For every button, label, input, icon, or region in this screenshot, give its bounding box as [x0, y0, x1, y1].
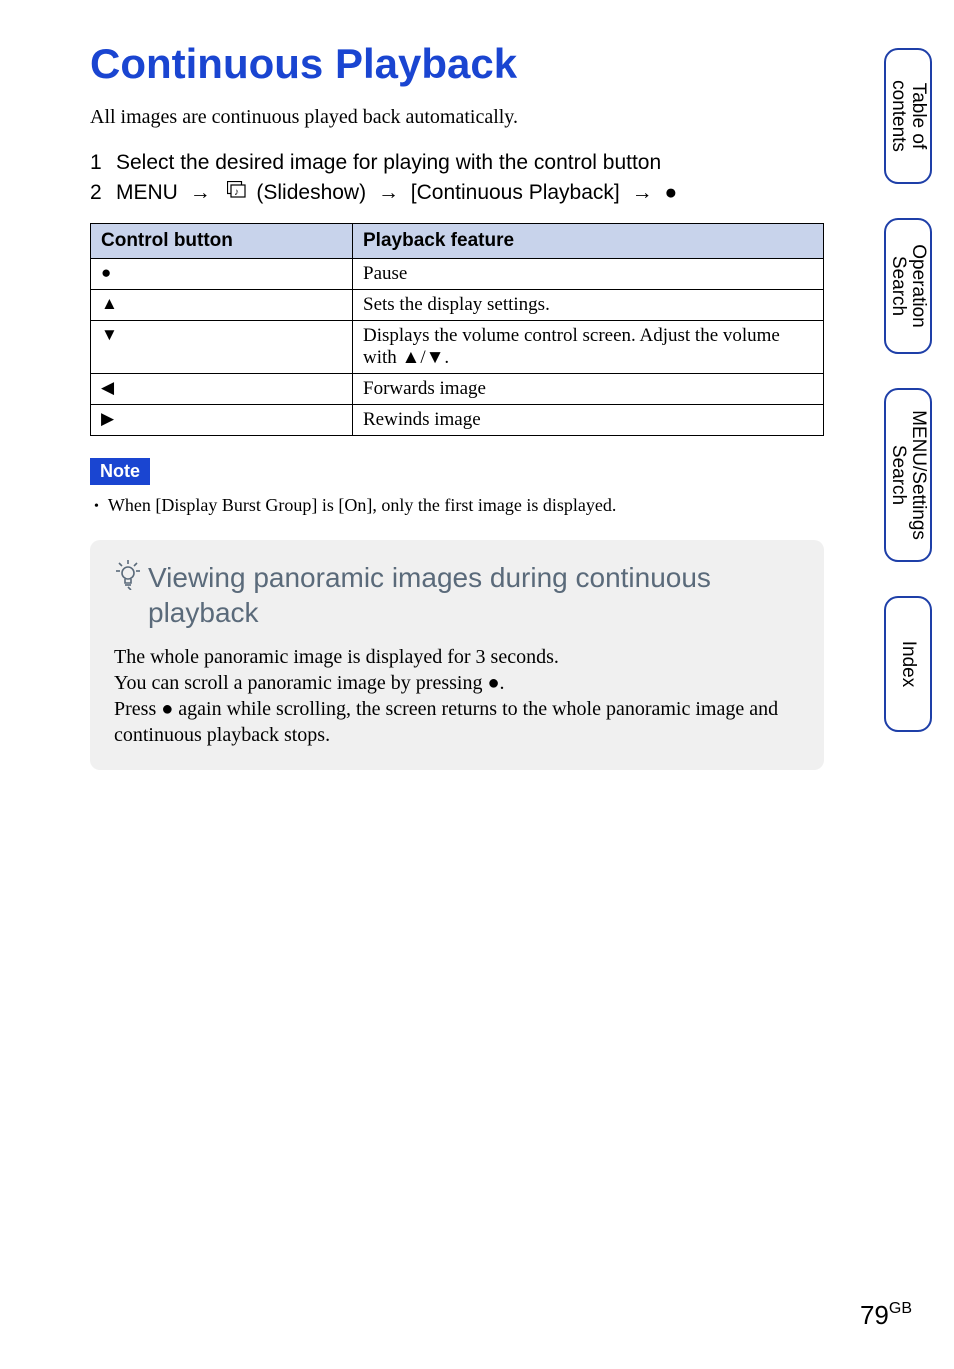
intro-text: All images are continuous played back au… — [90, 106, 894, 129]
tab-label: MENU/SettingsSearch — [888, 410, 928, 540]
tab-index[interactable]: Index — [884, 596, 932, 732]
slideshow-label: (Slideshow) — [256, 181, 366, 204]
note-text: • When [Display Burst Group] is [On], on… — [94, 495, 894, 516]
table-cell: Sets the display settings. — [353, 290, 824, 321]
menu-label: MENU — [116, 181, 178, 204]
tip-line: You can scroll a panoramic image by pres… — [114, 670, 800, 696]
arrow-icon: → — [632, 181, 653, 204]
center-button-icon: ● — [664, 181, 677, 204]
table-row: ▶ Rewinds image — [91, 405, 824, 436]
table-row: ▼ Displays the volume control screen. Ad… — [91, 321, 824, 374]
step-text: MENU → ♪ (Slideshow) → [Continuous Playb… — [116, 181, 894, 205]
table-cell: Rewinds image — [353, 405, 824, 436]
step-1: 1 Select the desired image for playing w… — [90, 151, 894, 175]
tab-label: OperationSearch — [888, 244, 928, 327]
page-title: Continuous Playback — [90, 40, 894, 88]
tip-box: Viewing panoramic images during continuo… — [90, 540, 824, 770]
step-number: 1 — [90, 151, 116, 175]
table-cell: Forwards image — [353, 374, 824, 405]
continuous-playback-label: [Continuous Playback] — [411, 181, 620, 204]
tip-title: Viewing panoramic images during continuo… — [148, 560, 800, 630]
svg-text:♪: ♪ — [234, 187, 239, 198]
table-header-playback-feature: Playback feature — [353, 224, 824, 259]
left-button-icon: ◀ — [91, 374, 353, 405]
tip-body: The whole panoramic image is displayed f… — [114, 644, 800, 748]
table-row: ▲ Sets the display settings. — [91, 290, 824, 321]
tab-label: Table ofcontents — [888, 80, 928, 152]
tip-line: Press ● again while scrolling, the scree… — [114, 696, 800, 748]
tab-table-of-contents[interactable]: Table ofcontents — [884, 48, 932, 184]
table-header-control-button: Control button — [91, 224, 353, 259]
table-row: ● Pause — [91, 259, 824, 290]
arrow-icon: → — [378, 181, 399, 204]
step-2: 2 MENU → ♪ (Slideshow) → [Continuous Pla… — [90, 181, 894, 205]
step-text: Select the desired image for playing wit… — [116, 151, 894, 175]
note-label: Note — [90, 458, 150, 485]
up-button-icon: ▲ — [91, 290, 353, 321]
arrow-icon: → — [190, 181, 211, 204]
table-row: ◀ Forwards image — [91, 374, 824, 405]
page-suffix: GB — [889, 1300, 912, 1317]
down-button-icon: ▼ — [91, 321, 353, 374]
step-number: 2 — [90, 181, 116, 205]
bullet-icon: • — [94, 499, 99, 514]
side-tabs: Table ofcontents OperationSearch MENU/Se… — [884, 48, 932, 732]
right-button-icon: ▶ — [91, 405, 353, 436]
center-button-icon: ● — [91, 259, 353, 290]
table-cell: Displays the volume control screen. Adju… — [353, 321, 824, 374]
tip-line: The whole panoramic image is displayed f… — [114, 644, 800, 670]
controls-table: Control button Playback feature ● Pause … — [90, 223, 824, 436]
up-down-icon: ▲/▼. — [402, 347, 450, 368]
slideshow-icon: ♪ — [227, 181, 253, 204]
tab-menu-settings-search[interactable]: MENU/SettingsSearch — [884, 388, 932, 562]
page-number: 79GB — [860, 1300, 912, 1331]
tip-icon — [114, 560, 142, 599]
tab-operation-search[interactable]: OperationSearch — [884, 218, 932, 354]
table-cell: Pause — [353, 259, 824, 290]
tab-label: Index — [898, 641, 918, 687]
